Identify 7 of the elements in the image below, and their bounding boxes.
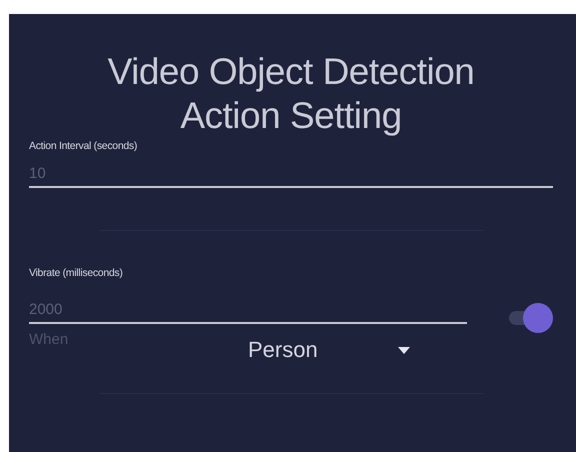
caret-icon: [398, 346, 410, 354]
field-label: Vibrate (milliseconds): [29, 267, 124, 279]
field-label: Action Interval (seconds): [29, 140, 138, 152]
dropdown[interactable]: Person: [248, 329, 410, 363]
input-field[interactable]: 10: [29, 152, 553, 188]
input-field[interactable]: 2000: [29, 288, 467, 324]
screen-title: Video Object Detection Action Setting: [106, 50, 476, 138]
